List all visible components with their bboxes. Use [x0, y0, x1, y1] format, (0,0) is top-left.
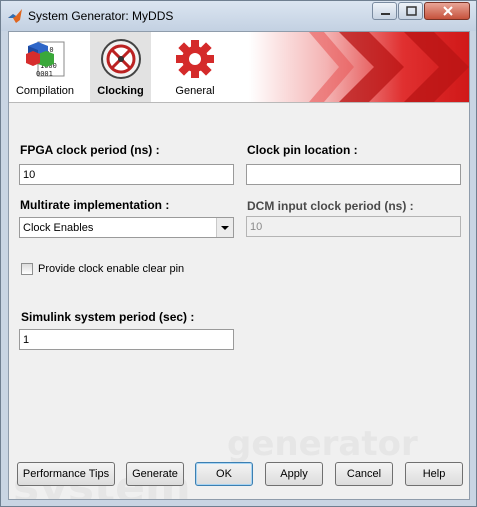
tab-clocking-label: Clocking	[97, 85, 144, 97]
maximize-icon	[406, 6, 417, 16]
multirate-implementation-label: Multirate implementation :	[20, 198, 170, 212]
ok-button[interactable]: OK	[195, 462, 253, 486]
watermark-generator: generator	[227, 424, 418, 464]
tab-compilation-label: Compilation	[15, 85, 75, 97]
fpga-clock-period-input[interactable]	[19, 164, 234, 185]
minimize-button[interactable]	[372, 2, 397, 20]
clock-pin-location-input[interactable]	[246, 164, 461, 185]
matlab-icon	[8, 9, 22, 23]
general-gear-icon	[176, 40, 214, 78]
tab-general-label: General	[175, 85, 215, 97]
generate-button[interactable]: Generate	[126, 462, 184, 486]
tab-compilation[interactable]: 110 11 1000 0001 Compilation	[9, 32, 81, 102]
fpga-clock-period-label: FPGA clock period (ns) :	[20, 143, 160, 157]
multirate-implementation-dropdown[interactable]: Clock Enables	[19, 217, 234, 238]
help-button[interactable]: Help	[405, 462, 463, 486]
simulink-system-period-label: Simulink system period (sec) :	[21, 310, 195, 324]
clocking-icon	[101, 39, 141, 79]
multirate-selected-value: Clock Enables	[23, 222, 94, 234]
svg-text:0001: 0001	[36, 70, 53, 78]
close-button[interactable]	[424, 2, 470, 20]
close-icon	[443, 6, 453, 16]
minimize-icon	[381, 13, 390, 15]
tab-separator	[9, 102, 469, 103]
dcm-input-clock-input	[246, 216, 461, 237]
maximize-button[interactable]	[398, 2, 423, 20]
dcm-input-clock-label: DCM input clock period (ns) :	[247, 199, 414, 213]
window-title: System Generator: MyDDS	[28, 9, 174, 23]
window: System Generator: MyDDS 0001 Compilation…	[0, 0, 477, 507]
dropdown-arrow-icon[interactable]	[216, 218, 233, 237]
simulink-system-period-input[interactable]	[19, 329, 234, 350]
dialog-body: 110 11 1000 0001 Compilation	[8, 31, 470, 500]
performance-tips-button[interactable]: Performance Tips	[17, 462, 115, 486]
tab-clocking[interactable]: Clocking	[90, 32, 151, 102]
tab-general[interactable]: General	[159, 32, 231, 102]
title-bar[interactable]: System Generator: MyDDS	[1, 1, 476, 31]
clock-enable-clear-checkbox[interactable]	[21, 263, 33, 275]
cancel-button[interactable]: Cancel	[335, 462, 393, 486]
tab-banner: 110 11 1000 0001 Compilation	[9, 32, 469, 102]
apply-button[interactable]: Apply	[265, 462, 323, 486]
clock-pin-location-label: Clock pin location :	[247, 143, 358, 157]
compilation-icon: 110 11 1000 0001	[26, 41, 65, 78]
clock-enable-clear-label[interactable]: Provide clock enable clear pin	[38, 263, 184, 275]
